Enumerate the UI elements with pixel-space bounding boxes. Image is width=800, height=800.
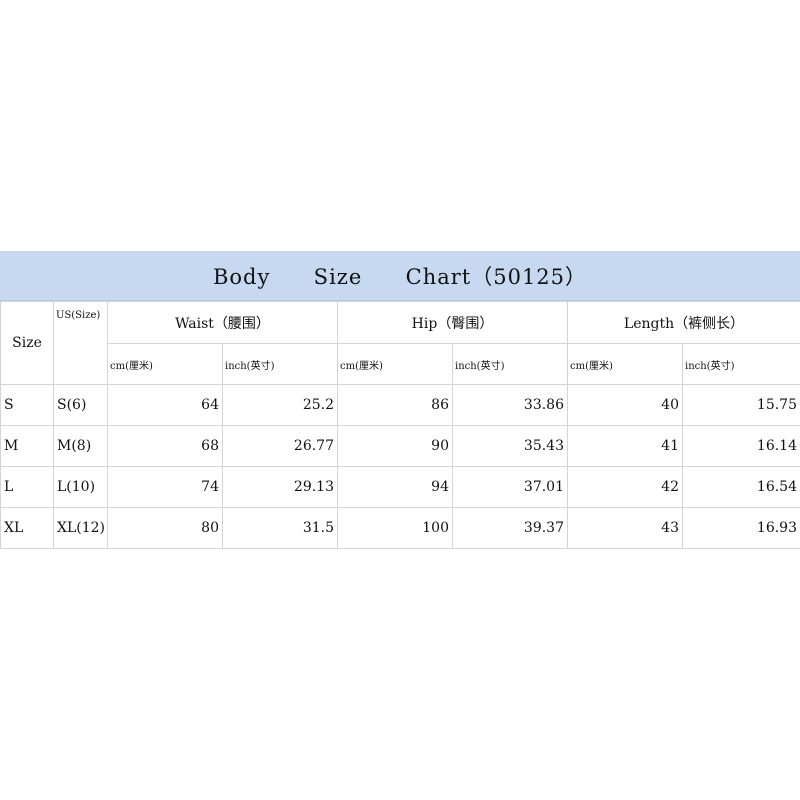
header-waist-cm: cm(厘米): [107, 343, 223, 385]
header-waist-inch: inch(英寸): [222, 343, 338, 385]
cell-hip-cm: 90: [337, 425, 453, 467]
cell-length-cm: 41: [567, 425, 683, 467]
cell-waist-cm: 64: [107, 384, 223, 426]
header-row-groups: Size US(Size) Waist（腰围） Hip（臀围） Length（裤…: [0, 301, 800, 385]
header-hip-cm: cm(厘米): [337, 343, 453, 385]
cell-size: S: [0, 384, 54, 426]
cell-hip-inch: 33.86: [452, 384, 568, 426]
table-row: S S(6) 64 25.2 86 33.86 40 15.75: [0, 384, 800, 426]
header-hip-inch: inch(英寸): [452, 343, 568, 385]
cell-us-size: L(10): [53, 466, 108, 508]
cell-us-size: S(6): [53, 384, 108, 426]
cell-hip-inch: 35.43: [452, 425, 568, 467]
cell-length-inch: 16.54: [681, 466, 800, 508]
header-size: Size: [0, 301, 54, 385]
cell-hip-cm: 100: [337, 507, 453, 549]
cell-length-inch: 16.93: [681, 507, 800, 549]
table-row: XL XL(12) 80 31.5 100 39.37 43 16.93: [0, 507, 800, 549]
cell-length-cm: 43: [567, 507, 683, 549]
cell-waist-cm: 74: [107, 466, 223, 508]
header-us-size: US(Size): [53, 301, 108, 385]
cell-waist-inch: 25.2: [222, 384, 338, 426]
cell-length-inch: 16.14: [681, 425, 800, 467]
table-row: M M(8) 68 26.77 90 35.43 41 16.14: [0, 425, 800, 467]
cell-size: M: [0, 425, 54, 467]
cell-waist-cm: 68: [107, 425, 223, 467]
header-length-inch: inch(英寸): [681, 343, 800, 385]
chart-title: Body Size Chart（50125）: [212, 265, 588, 289]
cell-waist-cm: 80: [107, 507, 223, 549]
cell-waist-inch: 31.5: [222, 507, 338, 549]
header-length-cm: cm(厘米): [567, 343, 683, 385]
size-table: Size US(Size) Waist（腰围） Hip（臀围） Length（裤…: [0, 301, 800, 549]
cell-size: L: [0, 466, 54, 508]
size-chart-page: Body Size Chart（50125） Size US(Size) Wai…: [0, 0, 800, 800]
cell-us-size: XL(12): [53, 507, 108, 549]
header-length: Length（裤侧长）: [566, 301, 800, 344]
cell-waist-inch: 29.13: [222, 466, 338, 508]
cell-length-cm: 42: [567, 466, 683, 508]
cell-length-inch: 15.75: [681, 384, 800, 426]
header-waist: Waist（腰围）: [107, 301, 338, 344]
cell-waist-inch: 26.77: [222, 425, 338, 467]
cell-hip-inch: 37.01: [452, 466, 568, 508]
header-hip: Hip（臀围）: [337, 301, 568, 344]
size-chart: Body Size Chart（50125） Size US(Size) Wai…: [0, 251, 800, 549]
cell-hip-inch: 39.37: [452, 507, 568, 549]
cell-us-size: M(8): [53, 425, 108, 467]
header-row-units: cm(厘米) inch(英寸) cm(厘米) inch(英寸) cm(厘米) i…: [1, 343, 800, 385]
cell-size: XL: [0, 507, 54, 549]
cell-hip-cm: 86: [337, 384, 453, 426]
table-row: L L(10) 74 29.13 94 37.01 42 16.54: [0, 466, 800, 508]
cell-hip-cm: 94: [337, 466, 453, 508]
title-bar: Body Size Chart（50125）: [0, 251, 800, 301]
cell-length-cm: 40: [567, 384, 683, 426]
